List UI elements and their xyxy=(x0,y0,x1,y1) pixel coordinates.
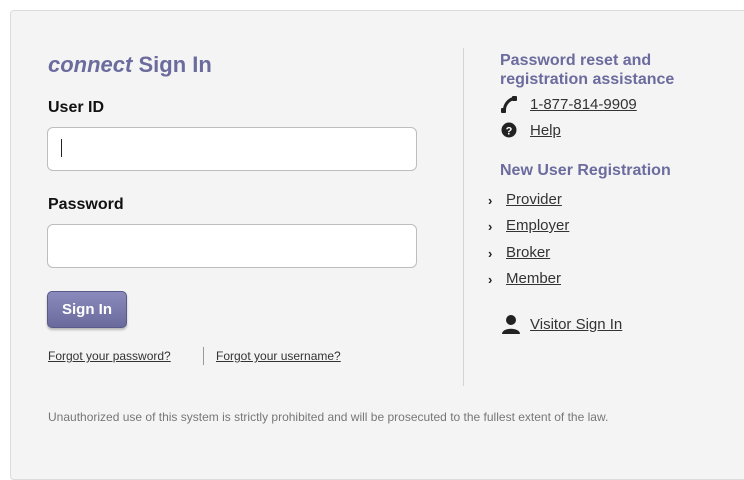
assistance-heading-line1: Password reset and xyxy=(500,52,652,69)
legal-disclaimer: Unauthorized use of this system is stric… xyxy=(48,410,609,424)
svg-text:?: ? xyxy=(506,126,513,138)
link-separator xyxy=(203,347,204,365)
page-title: connect Sign In xyxy=(48,52,212,78)
help-link[interactable]: Help xyxy=(530,122,561,139)
userid-input[interactable] xyxy=(47,127,417,171)
phone-link[interactable]: 1-877-814-9909 xyxy=(530,96,637,113)
assistance-heading-line2: registration assistance xyxy=(500,71,675,88)
password-input[interactable] xyxy=(47,224,417,268)
registration-heading: New User Registration xyxy=(500,162,671,179)
forgot-username-link[interactable]: Forgot your username? xyxy=(216,349,341,363)
column-divider xyxy=(463,48,464,386)
password-label: Password xyxy=(48,196,124,213)
user-icon xyxy=(502,315,520,334)
forgot-password-link[interactable]: Forgot your password? xyxy=(48,349,171,363)
question-circle-icon: ? xyxy=(501,122,517,138)
register-broker-link[interactable]: Broker xyxy=(506,244,550,261)
register-provider-link[interactable]: Provider xyxy=(506,191,562,208)
title-brand: connect xyxy=(48,52,133,77)
chevron-right-icon: › xyxy=(488,219,493,234)
register-employer-link[interactable]: Employer xyxy=(506,217,569,234)
text-caret xyxy=(61,139,62,157)
chevron-right-icon: › xyxy=(488,246,493,261)
visitor-signin-link[interactable]: Visitor Sign In xyxy=(530,316,622,333)
register-member-link[interactable]: Member xyxy=(506,270,561,287)
signin-button[interactable]: Sign In xyxy=(47,291,127,328)
chevron-right-icon: › xyxy=(488,272,493,287)
userid-label: User ID xyxy=(48,99,105,116)
assistance-heading: Password reset and registration assistan… xyxy=(500,51,674,89)
title-text: Sign In xyxy=(132,52,212,77)
chevron-right-icon: › xyxy=(488,193,493,208)
phone-icon xyxy=(501,96,517,113)
